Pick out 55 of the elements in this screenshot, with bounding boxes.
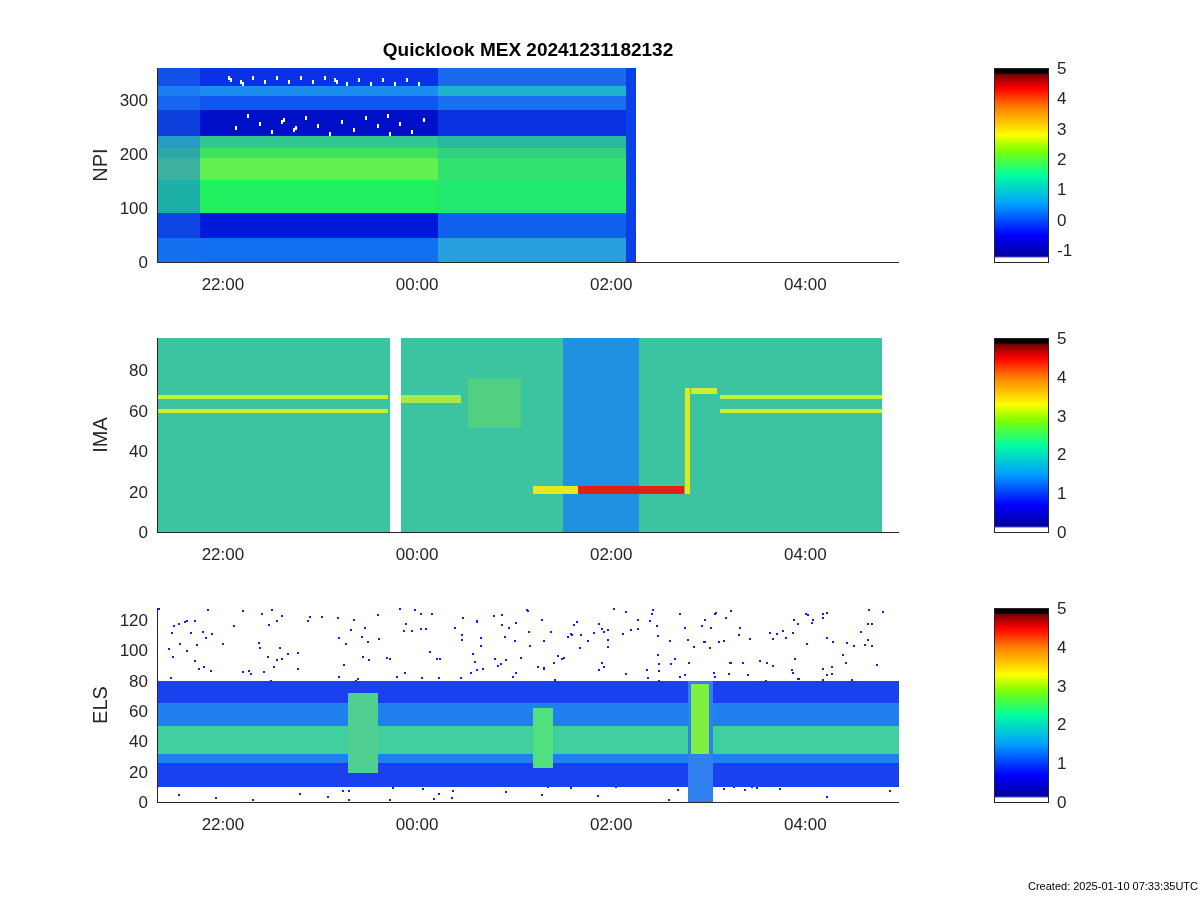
tick-label: 200 <box>119 145 148 163</box>
tick-label: 22:00 <box>201 546 245 563</box>
tick-label: 20 <box>129 763 148 781</box>
tick-label: 00:00 <box>395 546 439 563</box>
axis-label: IMA <box>90 417 110 453</box>
tick-label: 0 <box>138 793 148 811</box>
tick-label: 22:00 <box>201 816 245 833</box>
tick-label: 1 <box>1057 180 1067 198</box>
plot-title: Quicklook MEX 20241231182132 <box>382 38 674 62</box>
tick-label: 20 <box>129 483 148 501</box>
tick-label: 4 <box>1057 368 1067 386</box>
tick-label: 0 <box>138 523 148 541</box>
tick-label: 02:00 <box>589 816 633 833</box>
tick-label: 2 <box>1057 150 1067 168</box>
tick-label: 5 <box>1057 59 1067 77</box>
tick-label: 1 <box>1057 484 1067 502</box>
tick-label: 300 <box>119 91 148 109</box>
tick-label: 0 <box>1057 211 1067 229</box>
heatmap-patch <box>533 708 553 768</box>
tick-label: 120 <box>119 611 148 629</box>
tick-label: 40 <box>129 442 148 460</box>
tick-label: 80 <box>129 672 148 690</box>
axis-label: ELS <box>90 686 110 724</box>
tick-label: 3 <box>1057 677 1067 695</box>
tick-label: 04:00 <box>784 276 827 293</box>
tick-label: 02:00 <box>589 546 633 563</box>
tick-label: -1 <box>1057 241 1073 259</box>
tick-label: 04:00 <box>784 546 827 563</box>
axis-label: NPI <box>90 148 110 182</box>
heatmap-patch <box>468 378 521 428</box>
heatmap-patch <box>691 684 709 754</box>
tick-label: 60 <box>129 402 148 420</box>
tick-label: 40 <box>129 732 148 750</box>
tick-label: 00:00 <box>395 276 439 293</box>
tick-label: 00:00 <box>395 816 439 833</box>
tick-label: 2 <box>1057 715 1067 733</box>
tick-label: 2 <box>1057 445 1067 463</box>
tick-label: 5 <box>1057 599 1067 617</box>
tick-label: 4 <box>1057 638 1067 656</box>
tick-label: 0 <box>1057 523 1067 541</box>
tick-label: 4 <box>1057 89 1067 107</box>
tick-label: 0 <box>1057 793 1067 811</box>
tick-label: 3 <box>1057 407 1067 425</box>
tick-label: 60 <box>129 702 148 720</box>
tick-label: 04:00 <box>784 816 827 833</box>
tick-label: 100 <box>119 199 148 217</box>
tick-label: 5 <box>1057 329 1067 347</box>
tick-label: 0 <box>138 253 148 271</box>
created-timestamp: Created: 2025-01-10 07:33:35UTC <box>1028 878 1198 894</box>
tick-label: 100 <box>119 641 148 659</box>
tick-label: 1 <box>1057 754 1067 772</box>
tick-label: 80 <box>129 361 148 379</box>
tick-label: 02:00 <box>589 276 633 293</box>
tick-label: 22:00 <box>201 276 245 293</box>
tick-label: 3 <box>1057 120 1067 138</box>
